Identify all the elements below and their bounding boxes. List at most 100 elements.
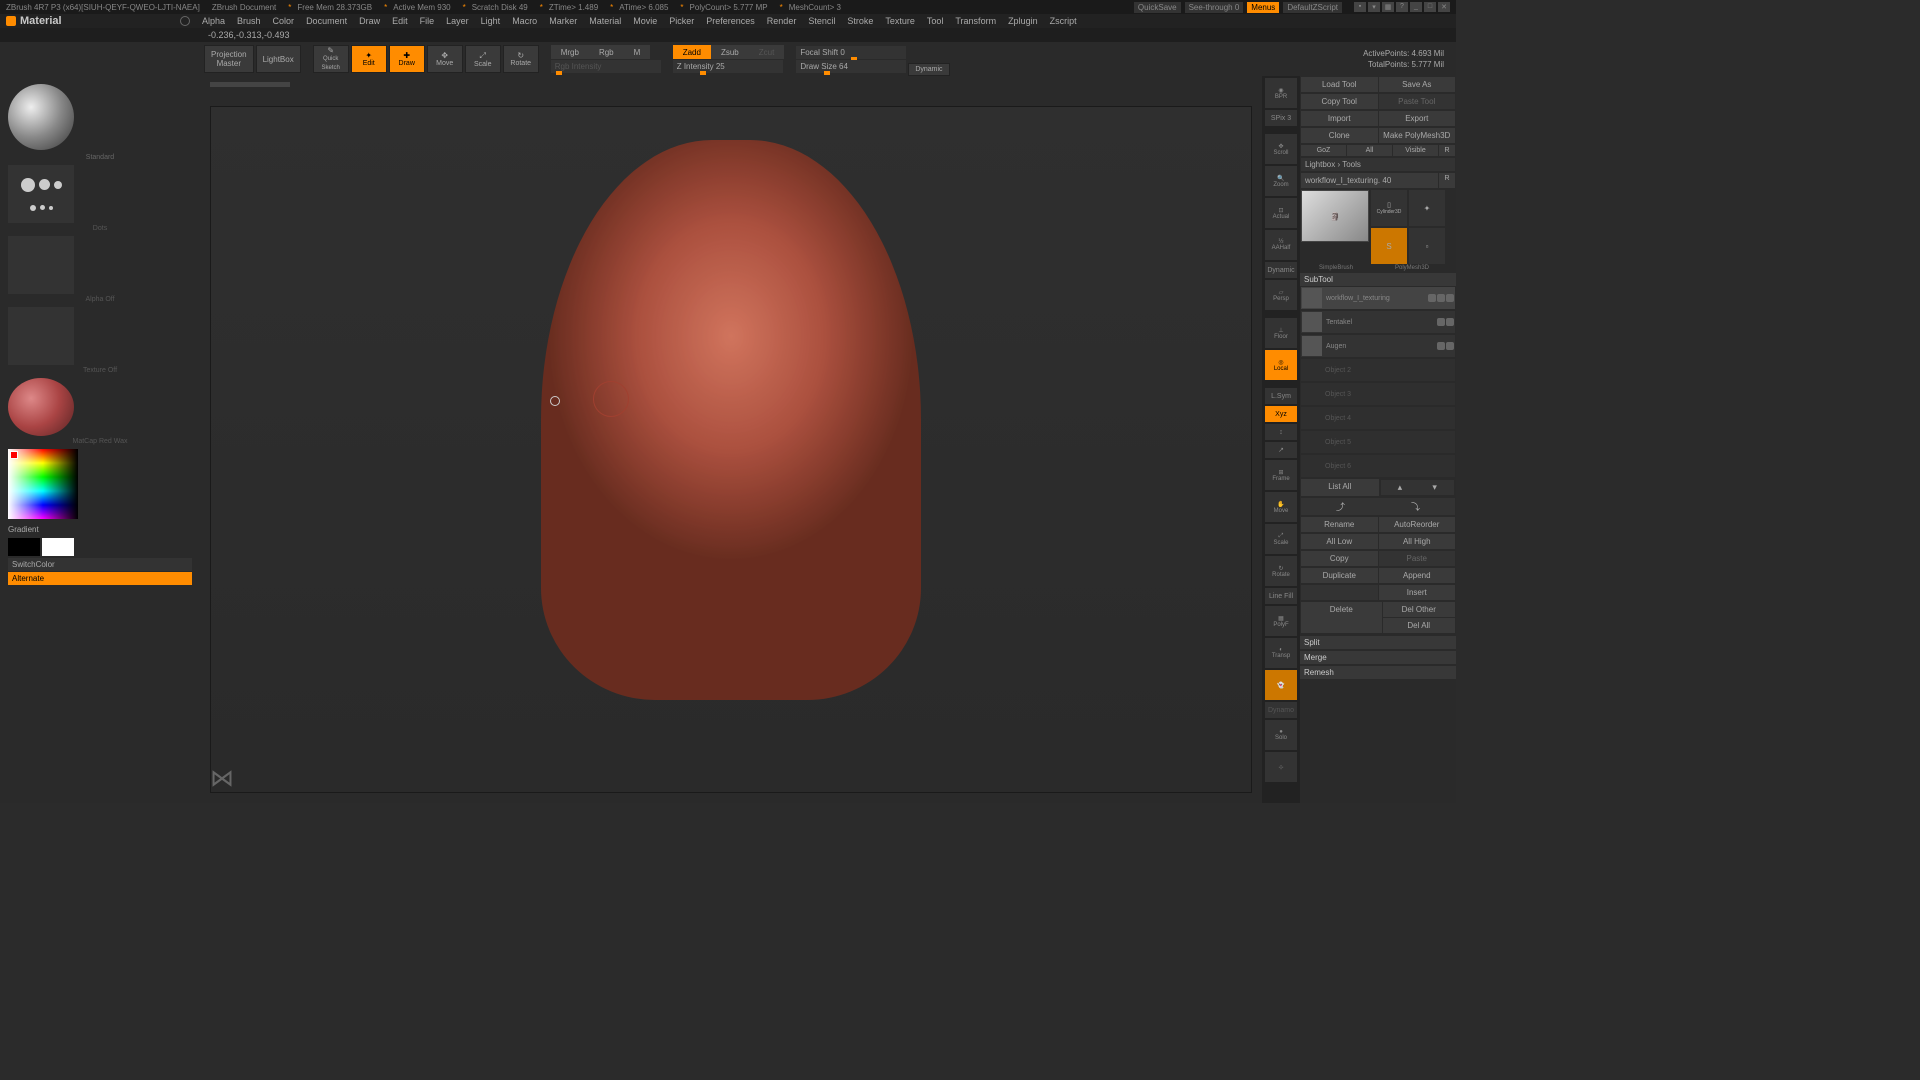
rgb-intensity-slider[interactable]: Rgb Intensity	[551, 60, 661, 73]
lightbox-tools-header[interactable]: Lightbox › Tools	[1301, 158, 1455, 171]
menu-zplugin[interactable]: Zplugin	[1008, 16, 1038, 26]
win-pin-icon[interactable]: ▪	[1354, 2, 1366, 12]
subtool-section-header[interactable]: SubTool	[1300, 273, 1456, 286]
transp-button[interactable]: ◐Transp	[1265, 638, 1297, 668]
solo-button[interactable]: ●Solo	[1265, 720, 1297, 750]
move-nav-button[interactable]: ✋Move	[1265, 492, 1297, 522]
zcut-button[interactable]: Zcut	[749, 45, 785, 59]
eye-icon[interactable]	[1437, 318, 1445, 326]
arrow-up-icon[interactable]: ▴	[1398, 482, 1403, 493]
subtool-slot[interactable]: Object 6	[1301, 455, 1455, 477]
tool-r-button[interactable]: R	[1439, 173, 1455, 188]
del-all-button[interactable]: Del All	[1383, 618, 1456, 633]
canvas-scrollbar[interactable]	[210, 82, 290, 87]
scale-mode-button[interactable]: ⤢Scale	[465, 45, 501, 73]
paste-button[interactable]: Paste	[1379, 551, 1456, 566]
cylinder-tool-icon[interactable]: ▯Cylinder3D	[1371, 190, 1407, 226]
win-grid-icon[interactable]: ▦	[1382, 2, 1394, 12]
aahalf-button[interactable]: ½AAHalf	[1265, 230, 1297, 260]
draw-mode-button[interactable]: ✚Draw	[389, 45, 425, 73]
eye-icon[interactable]	[1437, 342, 1445, 350]
sculpt-mesh[interactable]	[541, 140, 921, 700]
material-preview[interactable]	[8, 378, 74, 436]
make-polymesh-button[interactable]: Make PolyMesh3D	[1379, 128, 1456, 143]
menu-document[interactable]: Document	[306, 16, 347, 26]
sym-z-icon[interactable]: ↗	[1265, 442, 1297, 458]
rotate-mode-button[interactable]: ↻Rotate	[503, 45, 539, 73]
fill-icon[interactable]	[1446, 294, 1454, 302]
persp-button[interactable]: ▱Persp	[1265, 280, 1297, 310]
remesh-section[interactable]: Remesh	[1300, 666, 1456, 679]
paste-tool-button[interactable]: Paste Tool	[1379, 94, 1456, 109]
frame-button[interactable]: ⊞Frame	[1265, 460, 1297, 490]
xpose-button[interactable]: ⊹	[1265, 752, 1297, 782]
brush-icon[interactable]	[1446, 318, 1454, 326]
menu-transform[interactable]: Transform	[955, 16, 996, 26]
menu-render[interactable]: Render	[767, 16, 797, 26]
rotate-nav-button[interactable]: ↻Rotate	[1265, 556, 1297, 586]
menu-stencil[interactable]: Stencil	[808, 16, 835, 26]
move-mode-button[interactable]: ✥Move	[427, 45, 463, 73]
dynamo-button[interactable]: Dynamo	[1265, 702, 1297, 718]
subtool-slot[interactable]: Object 5	[1301, 431, 1455, 453]
ghost-button[interactable]: 👻	[1265, 670, 1297, 700]
refresh-icon[interactable]	[180, 16, 190, 26]
viewport[interactable]: ⋈	[200, 76, 1262, 803]
menu-layer[interactable]: Layer	[446, 16, 469, 26]
menu-brush[interactable]: Brush	[237, 16, 261, 26]
maximize-icon[interactable]: □	[1424, 2, 1436, 12]
copy-tool-button[interactable]: Copy Tool	[1301, 94, 1378, 109]
brush-icon[interactable]	[1446, 342, 1454, 350]
alpha-slot[interactable]	[8, 236, 74, 294]
merge-section[interactable]: Merge	[1300, 651, 1456, 664]
xyz-button[interactable]: Xyz	[1265, 406, 1297, 422]
duplicate-button[interactable]: Duplicate	[1301, 568, 1378, 583]
move-up-icon[interactable]: ⤴	[1336, 500, 1345, 513]
menu-preferences[interactable]: Preferences	[706, 16, 755, 26]
star-tool-icon[interactable]: ✦	[1409, 190, 1445, 226]
list-all-button[interactable]: List All	[1301, 479, 1379, 496]
workflow-tool-icon[interactable]: ▫	[1409, 228, 1445, 264]
m-button[interactable]: M	[624, 45, 651, 59]
floor-button[interactable]: ⊥Floor	[1265, 318, 1297, 348]
win-help-icon[interactable]: ?	[1396, 2, 1408, 12]
split-section[interactable]: Split	[1300, 636, 1456, 649]
brush-icon[interactable]	[1437, 294, 1445, 302]
autoreorder-button[interactable]: AutoReorder	[1379, 517, 1456, 532]
spix-slider[interactable]: SPix 3	[1265, 110, 1297, 126]
all-low-button[interactable]: All Low	[1301, 534, 1378, 549]
rename-button[interactable]: Rename	[1301, 517, 1378, 532]
insert-button[interactable]: Insert	[1379, 585, 1456, 600]
menu-stroke[interactable]: Stroke	[847, 16, 873, 26]
menu-texture[interactable]: Texture	[885, 16, 915, 26]
clone-button[interactable]: Clone	[1301, 128, 1378, 143]
arrow-down-icon[interactable]: ▾	[1432, 482, 1437, 493]
menu-color[interactable]: Color	[273, 16, 295, 26]
all-high-button[interactable]: All High	[1379, 534, 1456, 549]
subtool-slot[interactable]: Object 3	[1301, 383, 1455, 405]
menu-movie[interactable]: Movie	[633, 16, 657, 26]
main-color-swatch[interactable]	[8, 538, 40, 556]
menus-button[interactable]: Menus	[1247, 2, 1279, 13]
subtool-slot[interactable]: Object 4	[1301, 407, 1455, 429]
z-intensity-slider[interactable]: Z Intensity 25	[673, 60, 783, 73]
menu-draw[interactable]: Draw	[359, 16, 380, 26]
eye-icon[interactable]	[1428, 294, 1436, 302]
menu-light[interactable]: Light	[481, 16, 501, 26]
dynamic-toggle[interactable]: Dynamic	[1265, 262, 1297, 278]
switch-color-button[interactable]: SwitchColor	[8, 558, 192, 571]
del-other-button[interactable]: Del Other	[1383, 602, 1456, 617]
subtool-item-0[interactable]: workflow_I_texturing	[1301, 287, 1455, 309]
menu-material[interactable]: Material	[589, 16, 621, 26]
actual-button[interactable]: ⊡Actual	[1265, 198, 1297, 228]
brush-preview[interactable]	[8, 84, 74, 150]
goz-visible-button[interactable]: Visible	[1393, 145, 1438, 156]
gradient-label[interactable]: Gradient	[4, 523, 196, 536]
polyf-button[interactable]: ▦PolyF	[1265, 606, 1297, 636]
save-as-button[interactable]: Save As	[1379, 77, 1456, 92]
alternate-button[interactable]: Alternate	[8, 572, 192, 585]
rgb-button[interactable]: Rgb	[589, 45, 624, 59]
bpr-button[interactable]: ◉BPR	[1265, 78, 1297, 108]
quick-sketch-button[interactable]: ✎Quick Sketch	[313, 45, 349, 73]
texture-slot[interactable]	[8, 307, 74, 365]
